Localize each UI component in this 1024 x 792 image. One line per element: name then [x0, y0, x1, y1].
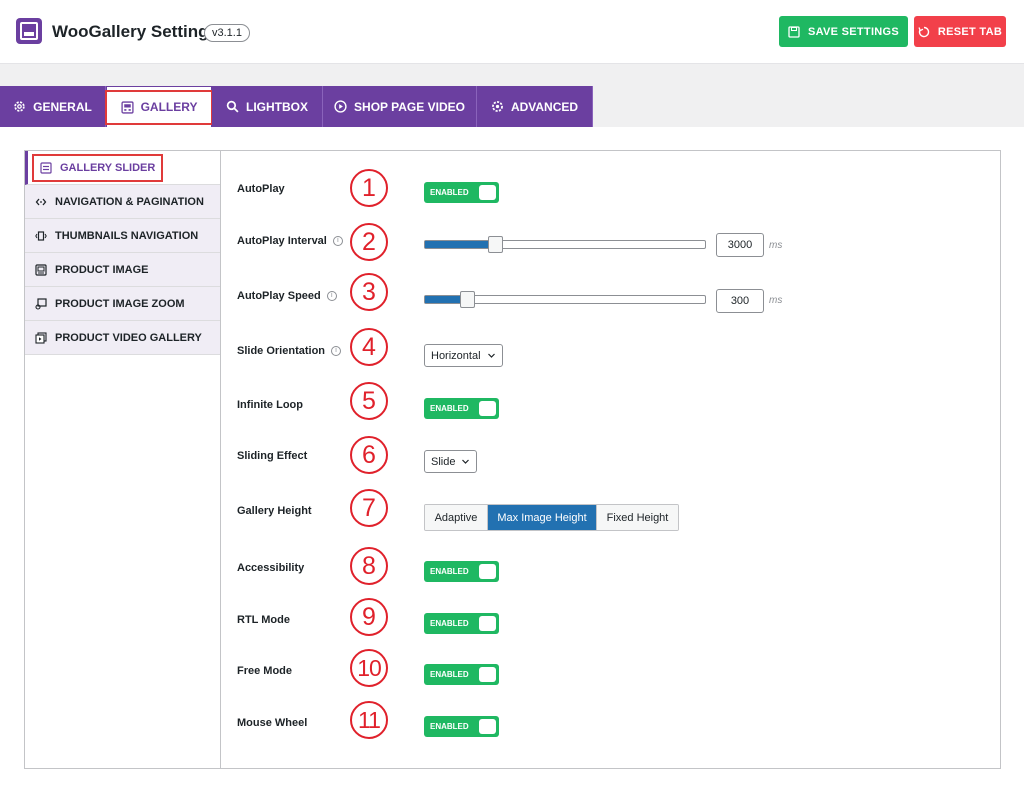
- callout-marker: 1: [350, 169, 388, 207]
- settings-panel: GALLERY SLIDER NAVIGATION & PAGINATION T…: [0, 127, 1024, 792]
- autoplay-interval-input[interactable]: 3000: [716, 233, 764, 257]
- navigation-arrows-icon: [35, 198, 47, 205]
- callout-marker: 10: [350, 649, 388, 687]
- unit-label: ms: [769, 295, 783, 306]
- image-icon: [35, 263, 47, 276]
- sidebar-item-label: PRODUCT VIDEO GALLERY: [55, 331, 202, 344]
- sidebar-item-product-image[interactable]: PRODUCT IMAGE: [25, 253, 220, 287]
- tab-general[interactable]: GENERAL: [0, 86, 106, 127]
- sidebar-item-label: PRODUCT IMAGE ZOOM: [55, 297, 185, 310]
- sidebar-item-product-image-zoom[interactable]: PRODUCT IMAGE ZOOM: [25, 287, 220, 321]
- slider-fill: [425, 241, 495, 248]
- tab-advanced[interactable]: ADVANCED: [477, 86, 593, 127]
- callout-marker: 4: [350, 328, 388, 366]
- zoom-icon: [35, 297, 47, 310]
- callout-marker: 3: [350, 273, 388, 311]
- callout-marker: 2: [350, 223, 388, 261]
- rtl-mode-label: RTL Mode: [237, 614, 290, 626]
- woogallery-logo-icon: [16, 18, 42, 44]
- sidebar-item-label: PRODUCT IMAGE: [55, 263, 149, 276]
- tab-gallery[interactable]: GALLERY: [104, 86, 214, 127]
- sidebar-item-navigation-pagination[interactable]: NAVIGATION & PAGINATION: [25, 185, 220, 219]
- sliding-effect-select[interactable]: Slide: [424, 450, 478, 473]
- header-bar: WooGallery Settings v3.1.1 SAVE SETTINGS…: [0, 0, 1024, 64]
- settings-tabs: GENERAL GALLERY LIGHTBOX SHOP PAGE VIDEO…: [0, 86, 593, 127]
- page-title: WooGallery Settings: [52, 22, 218, 41]
- mouse-wheel-label: Mouse Wheel: [237, 717, 308, 729]
- callout-marker: 5: [350, 382, 388, 420]
- callout-marker: 9: [350, 598, 388, 636]
- reset-arrow-icon: [918, 26, 930, 37]
- version-badge: v3.1.1: [204, 24, 250, 42]
- tab-general-label: GENERAL: [33, 99, 92, 114]
- tab-shop-page-video-label: SHOP PAGE VIDEO: [354, 99, 465, 114]
- infinite-loop-toggle[interactable]: ENABLED: [424, 398, 499, 419]
- autoplay-speed-input[interactable]: 300: [716, 289, 764, 313]
- search-icon: [226, 100, 239, 113]
- sidebar-item-highlight: GALLERY SLIDER: [32, 153, 164, 182]
- tab-lightbox-label: LIGHTBOX: [246, 99, 308, 114]
- reset-tab-button[interactable]: RESET TAB: [914, 16, 1006, 47]
- slide-orientation-label: Slide Orientation i: [237, 345, 342, 357]
- callout-marker: 11: [350, 701, 388, 739]
- info-icon[interactable]: i: [332, 236, 343, 246]
- play-icon: [334, 100, 347, 113]
- mouse-wheel-toggle[interactable]: ENABLED: [424, 716, 499, 737]
- save-settings-button[interactable]: SAVE SETTINGS: [779, 16, 908, 47]
- thumbnails-icon: [35, 230, 47, 241]
- floppy-disk-icon: [788, 25, 800, 38]
- callout-marker: 7: [350, 489, 388, 527]
- autoplay-speed-label: AutoPlay Speed i: [237, 290, 337, 302]
- autoplay-interval-slider[interactable]: [424, 236, 706, 253]
- reset-tab-label: RESET TAB: [937, 25, 1003, 38]
- chevron-down-icon: [462, 459, 470, 464]
- autoplay-toggle[interactable]: ENABLED: [424, 182, 499, 203]
- info-icon[interactable]: i: [326, 291, 337, 301]
- tab-advanced-label: ADVANCED: [510, 99, 579, 114]
- gallery-height-segmented-control: Adaptive Max Image Height Fixed Height: [424, 504, 679, 531]
- gear-icon: [14, 101, 25, 112]
- free-mode-label: Free Mode: [237, 665, 293, 677]
- callout-marker: 6: [350, 436, 388, 474]
- slider-handle[interactable]: [488, 236, 503, 253]
- tab-gallery-label: GALLERY: [140, 100, 198, 114]
- gallery-sidebar: GALLERY SLIDER NAVIGATION & PAGINATION T…: [25, 151, 221, 768]
- sidebar-item-label: GALLERY SLIDER: [60, 161, 156, 174]
- gallery-height-option-fixed-height[interactable]: Fixed Height: [597, 505, 678, 530]
- sidebar-item-product-video-gallery[interactable]: PRODUCT VIDEO GALLERY: [25, 321, 220, 355]
- autoplay-label: AutoPlay: [237, 183, 285, 195]
- sidebar-item-label: NAVIGATION & PAGINATION: [55, 195, 204, 208]
- video-icon: [35, 331, 47, 344]
- sliding-effect-label: Sliding Effect: [237, 450, 308, 462]
- gallery-height-label: Gallery Height: [237, 505, 312, 517]
- gallery-icon: [120, 100, 134, 114]
- sidebar-item-label: THUMBNAILS NAVIGATION: [55, 229, 199, 242]
- autoplay-speed-slider[interactable]: [424, 291, 706, 308]
- accessibility-label: Accessibility: [237, 562, 305, 574]
- gallery-height-option-max-image-height[interactable]: Max Image Height: [488, 505, 597, 530]
- sidebar-item-thumbnails-navigation[interactable]: THUMBNAILS NAVIGATION: [25, 219, 220, 253]
- accessibility-toggle[interactable]: ENABLED: [424, 561, 499, 582]
- tab-gallery-highlight: GALLERY: [104, 89, 214, 125]
- gallery-height-option-adaptive[interactable]: Adaptive: [425, 505, 488, 530]
- rtl-mode-toggle[interactable]: ENABLED: [424, 613, 499, 634]
- info-icon[interactable]: i: [331, 346, 342, 356]
- tab-shop-page-video[interactable]: SHOP PAGE VIDEO: [323, 86, 477, 127]
- chevron-down-icon: [487, 353, 495, 358]
- slider-handle[interactable]: [460, 291, 475, 308]
- tab-lightbox[interactable]: LIGHTBOX: [212, 86, 323, 127]
- autoplay-interval-label: AutoPlay Interval i: [237, 235, 343, 247]
- gallery-settings-card: GALLERY SLIDER NAVIGATION & PAGINATION T…: [24, 150, 1001, 769]
- infinite-loop-label: Infinite Loop: [237, 399, 303, 411]
- sidebar-item-gallery-slider[interactable]: GALLERY SLIDER: [25, 151, 220, 185]
- slide-orientation-select[interactable]: Horizontal: [424, 344, 503, 367]
- advanced-gear-icon: [492, 101, 503, 112]
- save-settings-label: SAVE SETTINGS: [807, 25, 900, 38]
- unit-label: ms: [769, 240, 783, 251]
- free-mode-toggle[interactable]: ENABLED: [424, 664, 499, 685]
- callout-marker: 8: [350, 547, 388, 585]
- slider-icon: [40, 161, 52, 174]
